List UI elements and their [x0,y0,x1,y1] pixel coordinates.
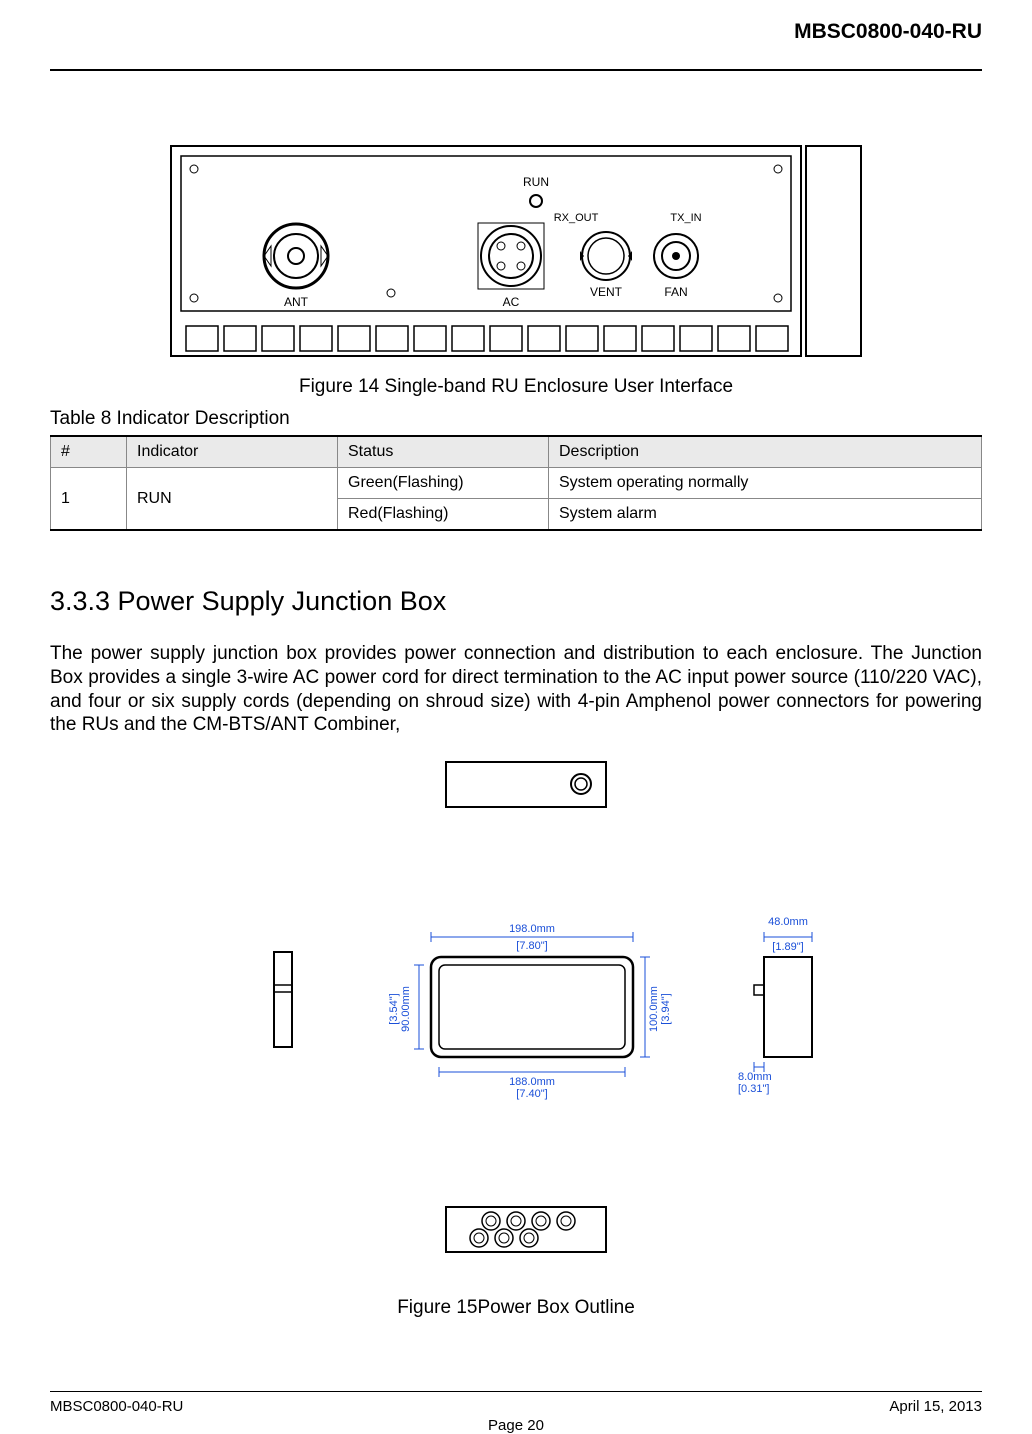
cell-status: Green(Flashing) [338,468,549,499]
dim-side-mm: 48.0mm [768,916,808,928]
dim-left-in: [3.54"] [388,993,400,1024]
cell-description: System alarm [549,499,982,531]
table-row: 1 RUN Green(Flashing) System operating n… [51,468,982,499]
table-8-caption: Table 8 Indicator Description [50,408,982,430]
dim-top-in: [7.80"] [516,940,547,952]
ru-enclosure-diagram: RUN RX_OUT TX_IN ANT AC [166,141,866,371]
th-indicator: Indicator [127,436,338,468]
footer-page-number: Page 20 [50,1417,982,1434]
vent-label: VENT [590,285,623,299]
section-3-3-3-heading: 3.3.3 Power Supply Junction Box [50,586,982,617]
figure-15-container: 198.0mm [7.80"] 188.0mm [7.40"] 90.00mm … [50,757,982,1319]
cell-description: System operating normally [549,468,982,499]
tx-in-label: TX_IN [670,212,701,224]
footer-date: April 15, 2013 [889,1398,982,1415]
cell-num: 1 [51,468,127,531]
ant-label: ANT [284,295,309,309]
figure-14-caption: Figure 14 Single-band RU Enclosure User … [50,376,982,398]
dim-gap-in: [0.31"] [738,1083,769,1095]
ac-label: AC [503,295,520,309]
dim-bottom-in: [7.40"] [516,1088,547,1100]
header-divider [50,69,982,71]
figure-15-caption: Figure 15Power Box Outline [50,1297,982,1319]
section-3-3-3-paragraph: The power supply junction box provides p… [50,642,982,737]
figure-14-container: RUN RX_OUT TX_IN ANT AC [50,141,982,371]
fan-label: FAN [664,285,687,299]
dim-side-in: [1.89"] [772,941,803,953]
doc-header-id: MBSC0800-040-RU [50,20,982,44]
dim-right-in: [3.94"] [660,993,672,1024]
dim-left-mm: 90.00mm [400,986,412,1032]
power-box-outline-diagram: 198.0mm [7.80"] 188.0mm [7.40"] 90.00mm … [166,757,866,1287]
footer-doc-id: MBSC0800-040-RU [50,1398,183,1415]
dim-bottom-mm: 188.0mm [509,1076,555,1088]
th-status: Status [338,436,549,468]
indicator-table: # Indicator Status Description 1 RUN Gre… [50,435,982,531]
dim-gap-mm: 8.0mm [738,1071,772,1083]
cell-indicator: RUN [127,468,338,531]
cell-status: Red(Flashing) [338,499,549,531]
th-num: # [51,436,127,468]
dim-top-mm: 198.0mm [509,923,555,935]
rx-out-label: RX_OUT [554,212,599,224]
page-footer: MBSC0800-040-RU April 15, 2013 Page 20 [50,1391,982,1415]
dim-right-mm: 100.0mm [648,986,660,1032]
run-label: RUN [523,175,549,189]
th-description: Description [549,436,982,468]
